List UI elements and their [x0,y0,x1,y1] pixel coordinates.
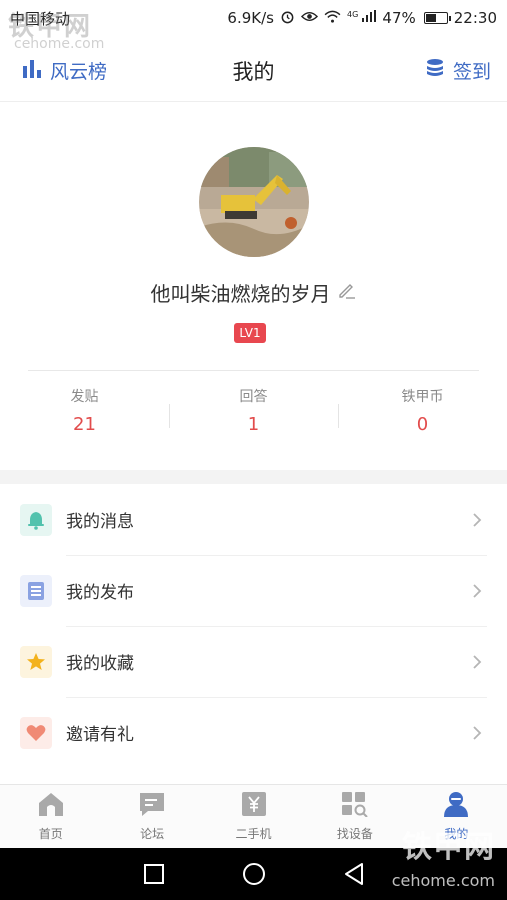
menu-list: 我的消息 我的发布 我的收藏 邀请有礼 [0,484,507,768]
stat-label: 铁甲币 [401,389,444,405]
tab-label: 论坛 [140,827,165,841]
system-navigation-bar [0,848,507,900]
document-icon [20,574,52,607]
check-in-label: 签到 [452,61,491,83]
cell-signal-icon: 4G [346,10,377,26]
tab-label: 找设备 [336,827,373,841]
status-bar: 中国移动 6.9K/s 4G 47% 22:30 [0,0,507,36]
tab-used-machines[interactable]: 二手机 [203,785,304,848]
bottom-tab-bar: 首页 论坛 二手机 找设备 我的 [0,784,507,848]
check-in-button[interactable]: 签到 [425,57,491,84]
tab-label: 二手机 [235,827,272,841]
menu-item-label: 我的消息 [66,512,134,532]
eye-icon [300,10,319,27]
profile-card: 他叫柴油燃烧的岁月 LV1 发贴 21 回答 1 铁甲币 0 [0,104,507,470]
tab-label: 首页 [38,827,63,841]
menu-item-invite[interactable]: 邀请有礼 [0,697,507,768]
chevron-right-icon [467,581,487,601]
leaderboard-label: 风云榜 [50,61,108,83]
chevron-right-icon [467,723,487,743]
tab-mine[interactable]: 我的 [406,785,507,848]
stats-row: 发贴 21 回答 1 铁甲币 0 [0,386,507,446]
level-badge: LV1 [234,323,266,343]
top-navigation: 我的 风云榜 签到 [0,40,507,102]
stat-coins[interactable]: 铁甲币 0 [338,386,507,446]
heart-icon [20,716,52,749]
menu-item-messages[interactable]: 我的消息 [0,484,507,555]
tab-label: 我的 [444,827,469,841]
tab-forum[interactable]: 论坛 [101,785,202,848]
wifi-icon [324,10,341,27]
leaderboard-button[interactable]: 风云榜 [22,57,107,84]
chevron-right-icon [467,510,487,530]
tab-find-equipment[interactable]: 找设备 [304,785,405,848]
grid-search-icon [341,791,369,821]
bar-chart-icon [22,58,42,83]
battery-icon [423,12,451,24]
stat-value: 1 [247,414,260,435]
menu-item-favorites[interactable]: 我的收藏 [0,626,507,697]
person-icon [442,791,470,821]
coin-stack-icon [425,58,445,83]
status-right: 6.9K/s 4G 47% 22:30 [227,9,497,28]
stat-posts[interactable]: 发贴 21 [0,386,169,446]
stat-answers[interactable]: 回答 1 [169,386,338,446]
chevron-right-icon [467,652,487,672]
home-icon [37,791,65,821]
star-icon [20,645,52,678]
username: 他叫柴油燃烧的岁月 [150,282,331,306]
edit-pencil-icon[interactable] [337,280,357,305]
avatar[interactable] [199,147,309,257]
stat-label: 回答 [239,389,268,405]
network-type: 4G [346,10,359,19]
network-speed: 6.9K/s [227,9,274,27]
battery-percent: 47% [382,9,416,27]
clock: 22:30 [453,9,497,27]
chat-icon [138,791,166,821]
menu-item-label: 我的发布 [66,583,134,603]
carrier-label: 中国移动 [10,9,71,28]
stat-value: 21 [73,414,96,435]
username-row: 他叫柴油燃烧的岁月 [0,278,507,307]
yen-icon [241,791,267,821]
section-gap [0,470,507,484]
stat-value: 0 [416,414,429,435]
tab-home[interactable]: 首页 [0,785,101,848]
home-button[interactable] [239,859,269,889]
recents-button[interactable] [139,859,169,889]
divider [28,370,479,371]
alarm-icon [280,9,295,28]
back-button[interactable] [339,859,369,889]
bell-icon [20,503,52,536]
stat-label: 发贴 [70,389,99,405]
menu-item-my-posts[interactable]: 我的发布 [0,555,507,626]
menu-item-label: 我的收藏 [66,654,134,674]
menu-item-label: 邀请有礼 [66,725,134,745]
